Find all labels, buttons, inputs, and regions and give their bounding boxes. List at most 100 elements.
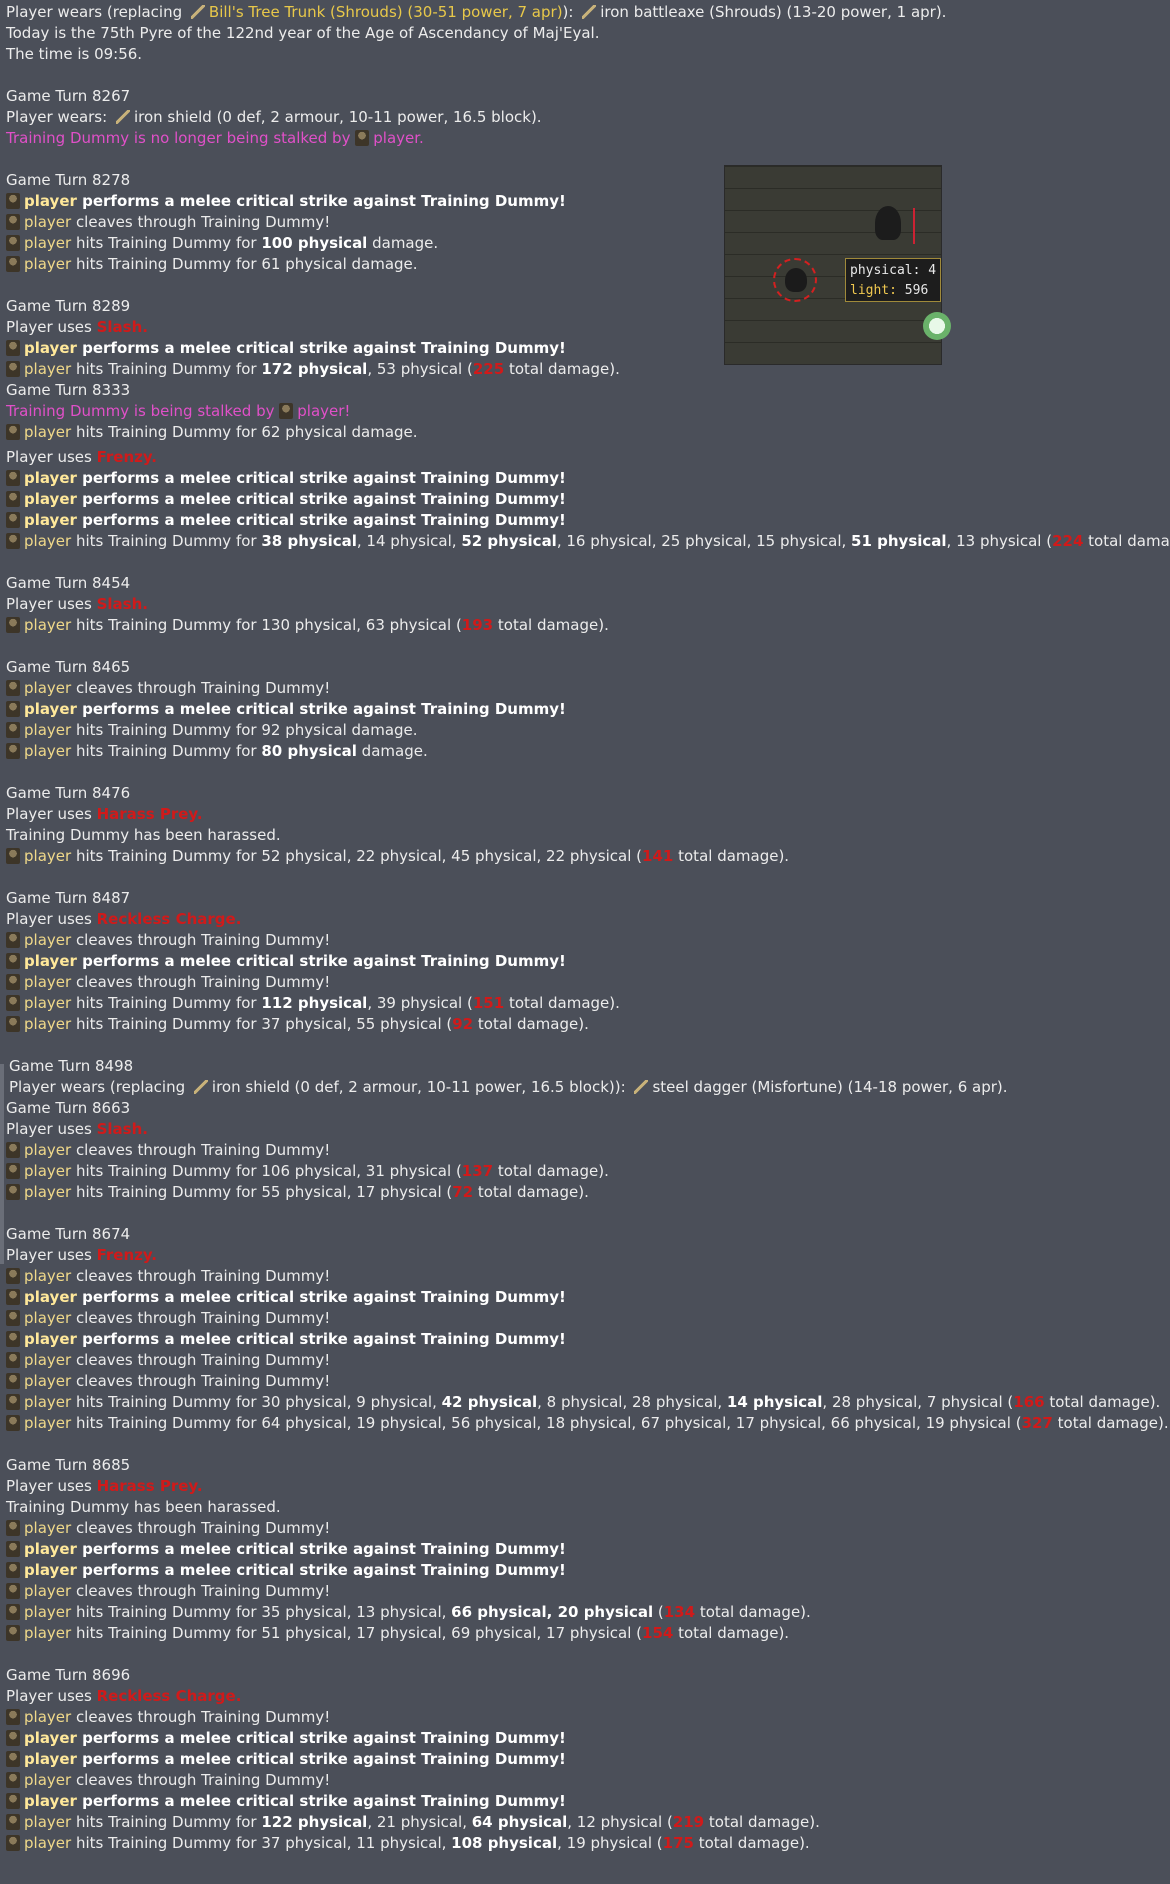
log-text: Player uses xyxy=(6,1477,92,1495)
player-name: player xyxy=(24,847,72,865)
player-name: player xyxy=(373,129,420,147)
player-name: player xyxy=(24,1771,72,1789)
total-damage: 134 xyxy=(663,1603,696,1621)
turn-header: Game Turn 8487 xyxy=(6,889,131,907)
player-icon xyxy=(6,424,20,440)
game-map-view[interactable]: physical: 4 light: 596 xyxy=(724,165,951,365)
log-line: player hits Training Dummy for 37 physic… xyxy=(6,1014,1166,1035)
log-line: player performs a melee critical strike … xyxy=(6,510,1166,531)
log-line: player hits Training Dummy for 122 physi… xyxy=(6,1812,1166,1833)
total-damage: 151 xyxy=(472,994,505,1012)
log-text: performs a melee critical strike against… xyxy=(82,511,566,529)
player-icon xyxy=(6,1541,20,1557)
log-line: Player uses Frenzy. xyxy=(6,447,1166,468)
skill-name: Frenzy. xyxy=(96,448,157,466)
player-name: player xyxy=(24,679,72,697)
training-dummy-icon[interactable] xyxy=(785,268,807,292)
log-line: player cleaves through Training Dummy! xyxy=(6,1371,1166,1392)
log-line: Player wears: iron shield (0 def, 2 armo… xyxy=(6,107,1166,128)
log-text: cleaves through Training Dummy! xyxy=(75,1309,331,1327)
log-line: Player uses Harass Prey. xyxy=(6,1476,1166,1497)
skill-name: Reckless Charge. xyxy=(96,1687,242,1705)
turn-header: Game Turn 8476 xyxy=(6,784,131,802)
total-damage: 224 xyxy=(1052,532,1084,550)
damage-value: 64 physical, 19 physical, 56 physical, 1… xyxy=(261,1414,1011,1432)
log-text: hits Training Dummy for xyxy=(75,234,257,252)
turn-header: Game Turn 8465 xyxy=(6,658,131,676)
log-text: performs a melee critical strike against… xyxy=(82,339,566,357)
player-icon xyxy=(6,1394,20,1410)
damage-value: 92 xyxy=(261,721,281,739)
item-name[interactable]: iron shield (0 def, 2 armour, 10-11 powe… xyxy=(212,1078,626,1096)
log-text: total damage). xyxy=(1049,1393,1161,1411)
player-name: player xyxy=(24,973,72,991)
log-line: Player wears (replacing Bill's Tree Trun… xyxy=(6,2,1166,23)
player-icon xyxy=(6,1520,20,1536)
player-icon xyxy=(6,1709,20,1725)
player-icon xyxy=(6,1163,20,1179)
orb-icon[interactable] xyxy=(923,312,951,340)
log-text: hits Training Dummy for xyxy=(75,1603,257,1621)
log-line: player hits Training Dummy for 92 physic… xyxy=(6,720,1166,741)
player-name: player xyxy=(24,1414,72,1432)
log-line: player cleaves through Training Dummy! xyxy=(6,1266,1166,1287)
player-name: player xyxy=(24,931,72,949)
turn-header: Game Turn 8278 xyxy=(6,171,131,189)
player-name: player xyxy=(24,742,72,760)
log-line: player cleaves through Training Dummy! xyxy=(6,1140,1166,1161)
player-icon xyxy=(6,1310,20,1326)
tooltip-line: physical: 4 xyxy=(850,263,937,278)
player-icon xyxy=(6,1184,20,1200)
log-line: Player uses Reckless Charge. xyxy=(6,1686,1166,1707)
damage-value: 66 physical, 20 physical xyxy=(451,1603,654,1621)
log-line: player hits Training Dummy for 100 physi… xyxy=(6,233,1166,254)
log-text: Training Dummy is being stalked by xyxy=(6,402,275,420)
log-text: hits Training Dummy for xyxy=(75,255,257,273)
player-icon xyxy=(6,722,20,738)
damage-value: 80 physical xyxy=(261,742,357,760)
damage-value: , 12 physical xyxy=(567,1813,663,1831)
item-name[interactable]: iron shield (0 def, 2 armour, 10-11 powe… xyxy=(134,108,542,126)
log-text: Player uses xyxy=(6,1246,92,1264)
player-name: player xyxy=(24,721,72,739)
log-line: player performs a melee critical strike … xyxy=(6,1749,1166,1770)
item-name[interactable]: steel dagger (Misfortune) (14-18 power, … xyxy=(652,1078,1007,1096)
skill-name: Slash. xyxy=(96,595,148,613)
log-line: player cleaves through Training Dummy! xyxy=(6,1770,1166,1791)
log-line: player cleaves through Training Dummy! xyxy=(6,212,1166,233)
player-icon xyxy=(6,235,20,251)
player-name: player xyxy=(24,360,72,378)
player-name: player xyxy=(24,1729,77,1747)
log-text: performs a melee critical strike against… xyxy=(82,192,566,210)
player-name: player xyxy=(24,192,77,210)
damage-value: 51 physical, 17 physical, 69 physical, 1… xyxy=(261,1624,632,1642)
artifact-name[interactable]: Bill's Tree Trunk (Shrouds) (30-51 power… xyxy=(209,3,563,21)
player-icon xyxy=(6,1793,20,1809)
player-icon xyxy=(6,533,20,549)
log-line: player hits Training Dummy for 62 physic… xyxy=(6,422,1166,443)
log-line: player hits Training Dummy for 130 physi… xyxy=(6,615,1166,636)
total-damage: 137 xyxy=(461,1162,494,1180)
player-icon xyxy=(6,932,20,948)
player-name: player xyxy=(24,1540,77,1558)
log-text: total damage). xyxy=(1088,532,1170,550)
log-line: player cleaves through Training Dummy! xyxy=(6,1707,1166,1728)
log-line: player hits Training Dummy for 112 physi… xyxy=(6,993,1166,1014)
player-name: player xyxy=(24,1834,72,1852)
log-line: Training Dummy is being stalked by playe… xyxy=(6,402,351,420)
item-name[interactable]: iron battleaxe (Shrouds) (13-20 power, 1… xyxy=(600,3,946,21)
log-text: Training Dummy is no longer being stalke… xyxy=(6,129,351,147)
player-name: player xyxy=(24,532,72,550)
player-name: player xyxy=(24,213,72,231)
damage-value: , 13 physical xyxy=(946,532,1042,550)
player-icon xyxy=(6,974,20,990)
log-text: cleaves through Training Dummy! xyxy=(75,213,331,231)
total-damage: 225 xyxy=(472,360,505,378)
log-line: Player uses Harass Prey. xyxy=(6,804,1166,825)
damage-value: 38 physical xyxy=(261,532,357,550)
log-line: Today is the 75th Pyre of the 122nd year… xyxy=(6,24,600,42)
log-line: Training Dummy has been harassed. xyxy=(6,1498,281,1516)
log-text: performs a melee critical strike against… xyxy=(82,1729,566,1747)
